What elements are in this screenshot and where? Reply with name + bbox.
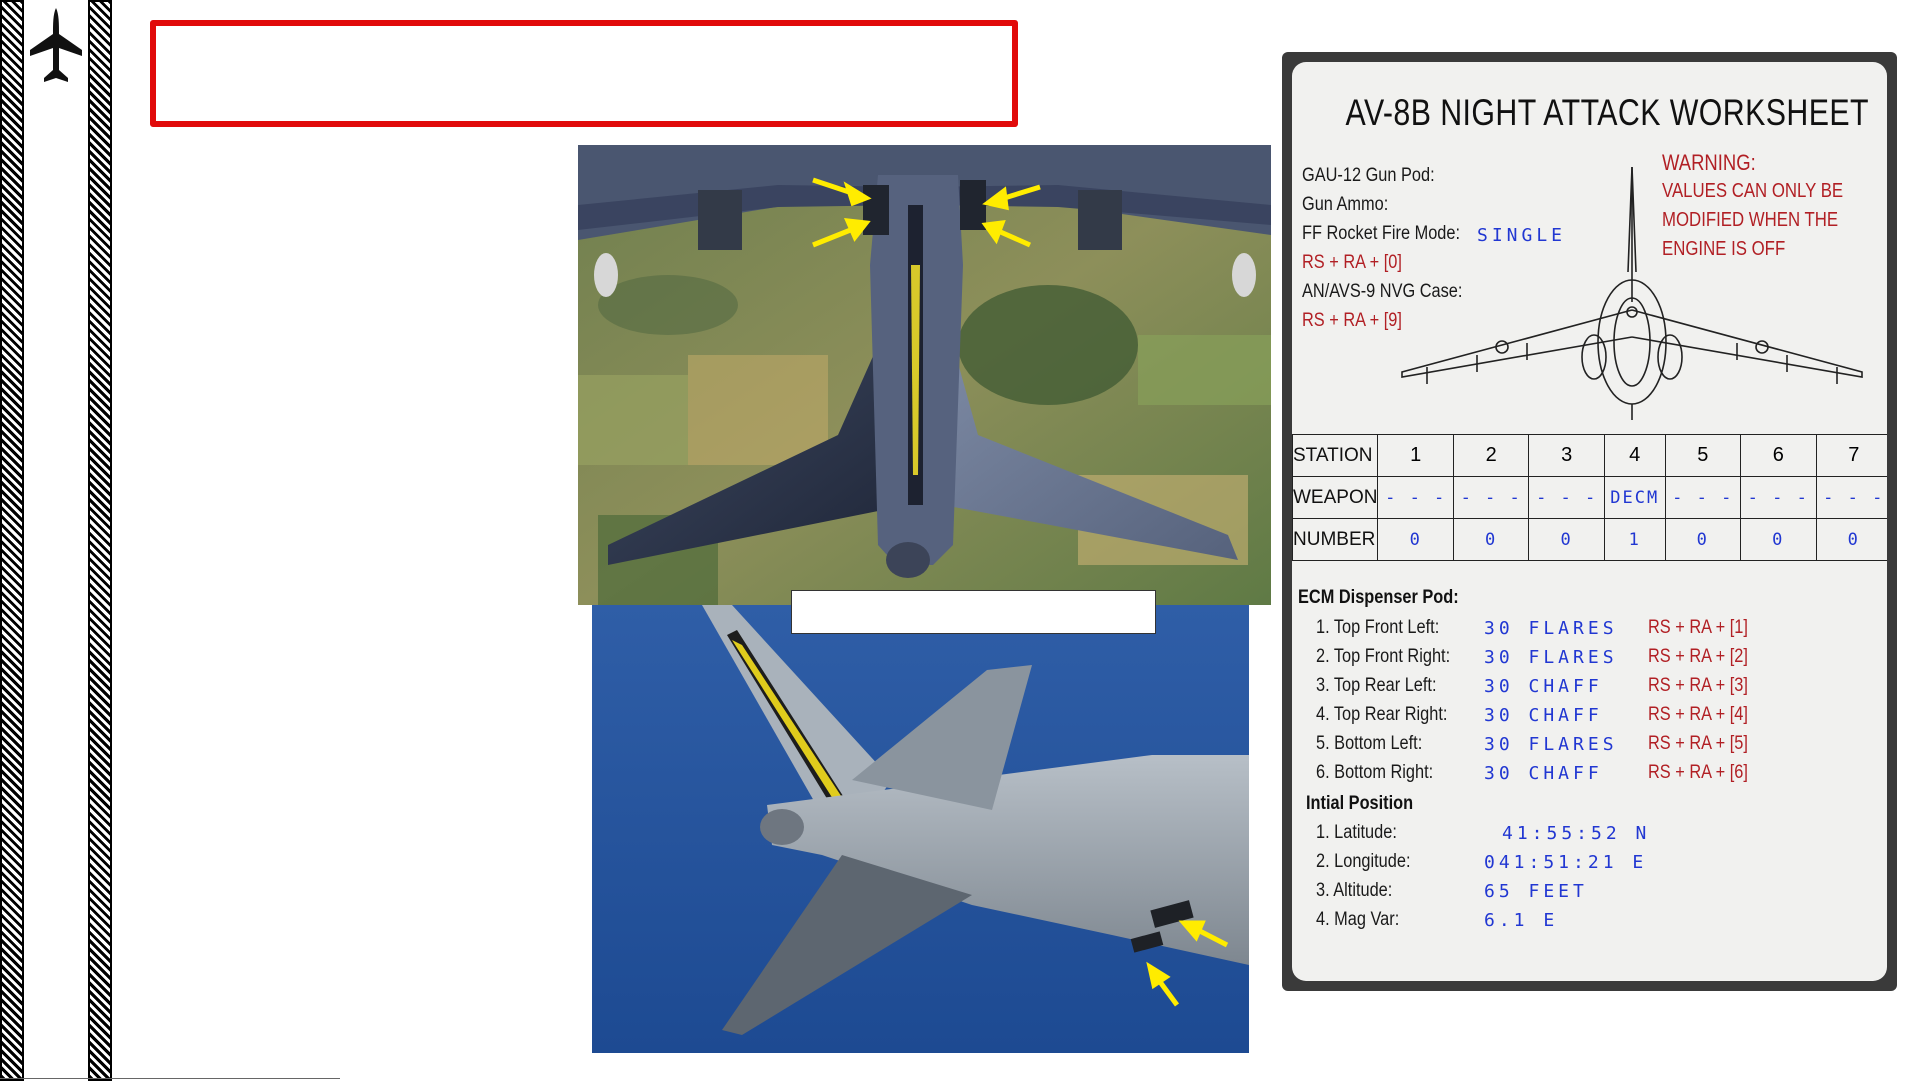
station-number: 4 — [1603, 434, 1666, 477]
number-row: NUMBER 0 0 0 1 0 0 0 — [1292, 518, 1887, 561]
number-cell: 0 — [1528, 518, 1605, 561]
position-item-value: 6.1 E — [1484, 910, 1559, 931]
ecm-item-value: 30 FLARES — [1484, 734, 1618, 755]
position-item-label: 1. Latitude: — [1316, 822, 1397, 843]
ecm-section-title: ECM Dispenser Pod: — [1298, 587, 1459, 608]
position-item-label: 4. Mag Var: — [1316, 909, 1400, 930]
aircraft-tail-bottom-photo — [592, 605, 1249, 1053]
number-cell: 1 — [1603, 518, 1666, 561]
station-number: 1 — [1377, 434, 1454, 477]
ecm-item-label: 2. Top Front Right: — [1316, 646, 1451, 667]
station-number: 6 — [1740, 434, 1817, 477]
station-number: 7 — [1815, 434, 1887, 477]
station-number: 3 — [1528, 434, 1605, 477]
ecm-item-label: 5. Bottom Left: — [1316, 733, 1423, 754]
number-cell: 0 — [1815, 518, 1887, 561]
station-number: 2 — [1452, 434, 1530, 477]
worksheet-title: AV-8B NIGHT ATTACK WORKSHEET — [1345, 92, 1869, 133]
weapon-cell: DECM — [1603, 476, 1666, 519]
ecm-item-keybind: RS + RA + [3] — [1648, 675, 1748, 696]
number-cell: 0 — [1740, 518, 1817, 561]
number-cell: 0 — [1452, 518, 1530, 561]
ecm-item-value: 30 CHAFF — [1484, 705, 1603, 726]
weapon-header: WEAPON — [1292, 476, 1379, 519]
position-item-label: 2. Longitude: — [1316, 851, 1411, 872]
ecm-item-value: 30 FLARES — [1484, 647, 1618, 668]
position-item-value: 65 FEET — [1484, 881, 1588, 902]
ecm-item-value: 30 CHAFF — [1484, 676, 1603, 697]
right-hatch-rail — [88, 0, 112, 1081]
weapon-cell: - - - — [1377, 476, 1454, 519]
weapon-cell: - - - — [1815, 476, 1887, 519]
weapon-cell: - - - — [1528, 476, 1605, 519]
night-attack-worksheet: AV-8B NIGHT ATTACK WORKSHEET GAU-12 Gun … — [1282, 52, 1897, 991]
ecm-item-value: 30 FLARES — [1484, 618, 1618, 639]
weapon-cell: - - - — [1452, 476, 1530, 519]
position-item-value: 41:55:52 N — [1502, 823, 1651, 844]
ecm-item-label: 4. Top Rear Right: — [1316, 704, 1448, 725]
station-header: STATION — [1292, 434, 1379, 477]
footer-rule — [0, 1078, 340, 1079]
fighter-jet-icon — [30, 8, 82, 82]
station-row: STATION 1 2 3 4 5 6 7 — [1292, 434, 1887, 477]
number-cell: 0 — [1377, 518, 1454, 561]
ecm-item-keybind: RS + RA + [6] — [1648, 762, 1748, 783]
ecm-item-keybind: RS + RA + [2] — [1648, 646, 1748, 667]
number-header: NUMBER — [1292, 518, 1379, 561]
ecm-item-label: 6. Bottom Right: — [1316, 762, 1434, 783]
station-table: STATION 1 2 3 4 5 6 7 WEAPON - - - - - -… — [1292, 434, 1887, 561]
ecm-item-keybind: RS + RA + [5] — [1648, 733, 1748, 754]
position-item-value: 041:51:21 E — [1484, 852, 1648, 873]
caption-box — [791, 590, 1156, 634]
weapon-cell: - - - — [1664, 476, 1742, 519]
weapon-row: WEAPON - - - - - - - - - DECM - - - - - … — [1292, 476, 1887, 519]
ecm-item-value: 30 CHAFF — [1484, 763, 1603, 784]
title-frame — [150, 20, 1018, 127]
ecm-item-label: 3. Top Rear Left: — [1316, 675, 1437, 696]
aircraft-rear-top-photo — [578, 145, 1271, 605]
number-cell: 0 — [1664, 518, 1742, 561]
worksheet-paper: AV-8B NIGHT ATTACK WORKSHEET GAU-12 Gun … — [1292, 62, 1887, 981]
position-section-title: Intial Position — [1306, 793, 1414, 814]
aircraft-planform-drawing — [1401, 166, 1863, 420]
ecm-item-keybind: RS + RA + [1] — [1648, 617, 1748, 638]
ecm-item-label: 1. Top Front Left: — [1316, 617, 1440, 638]
weapon-cell: - - - — [1740, 476, 1817, 519]
position-item-label: 3. Altitude: — [1316, 880, 1393, 901]
ecm-item-keybind: RS + RA + [4] — [1648, 704, 1748, 725]
left-hatch-rail — [0, 0, 24, 1081]
station-number: 5 — [1664, 434, 1742, 477]
